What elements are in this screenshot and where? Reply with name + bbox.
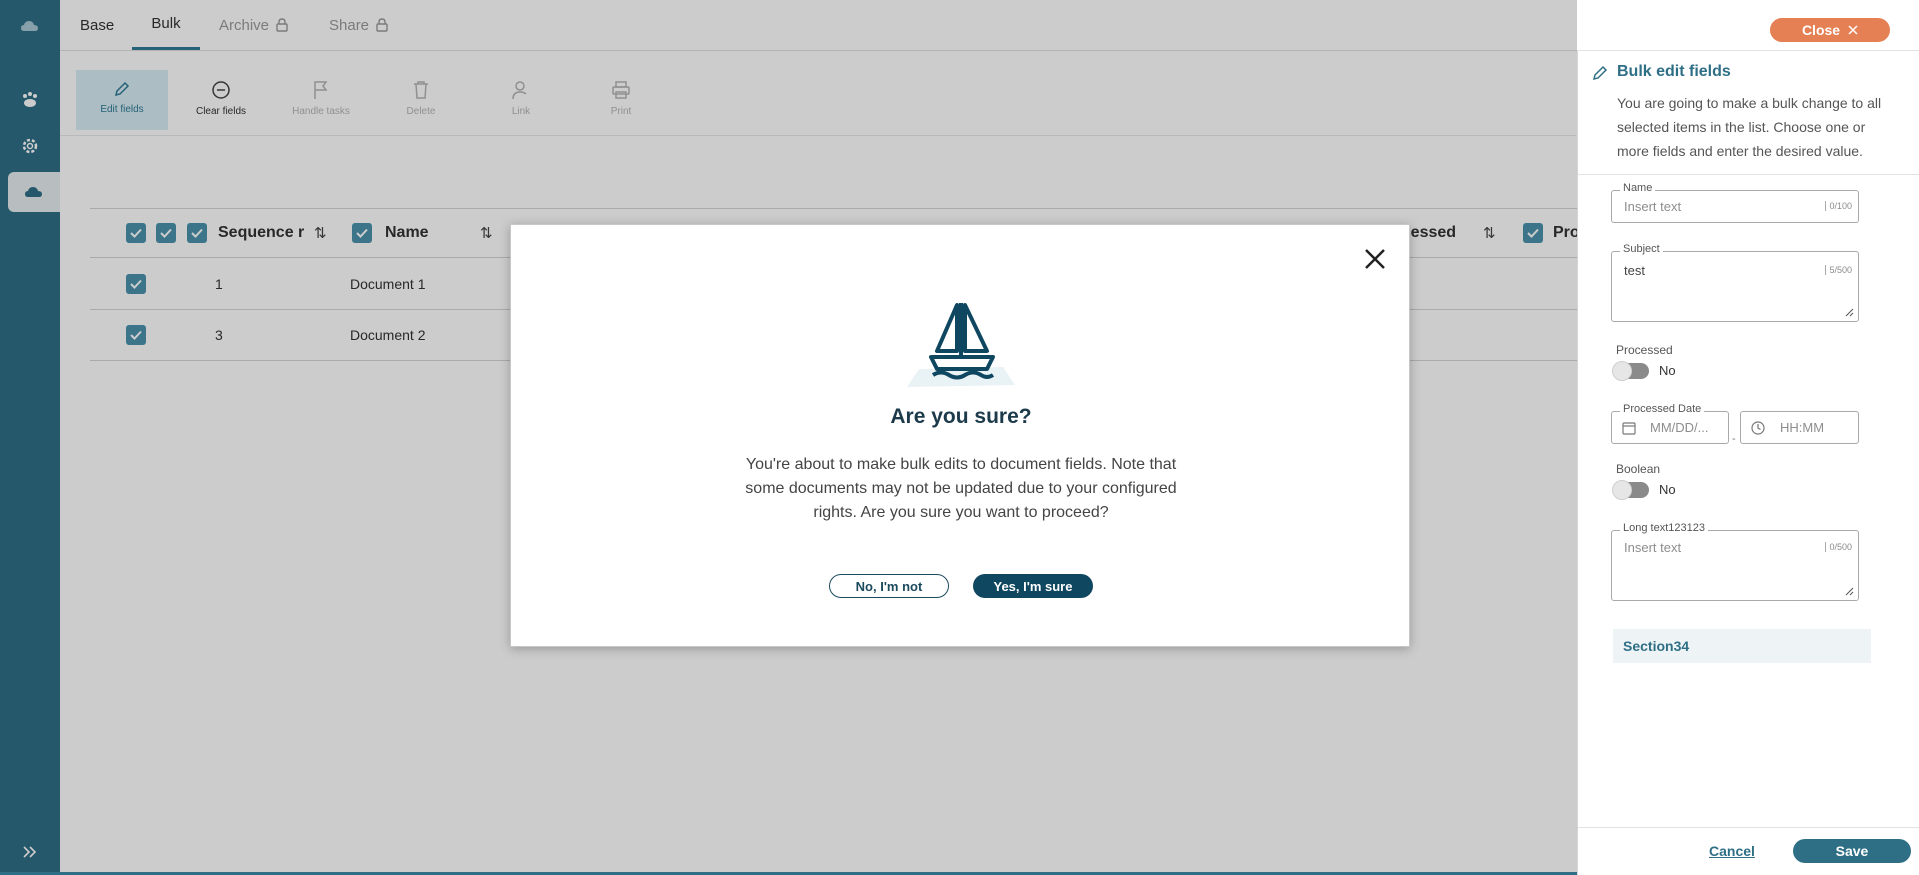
bulk-edit-panel: Bulk edit fields You are going to make a… <box>1577 51 1919 875</box>
subject-field-label: Subject <box>1620 243 1663 255</box>
toggle-knob <box>1612 361 1632 381</box>
close-button-label: Close <box>1801 22 1841 38</box>
processed-state: No <box>1659 363 1676 378</box>
processed-label: Processed <box>1616 343 1673 357</box>
yes-button[interactable]: Yes, I'm sure <box>973 574 1093 598</box>
long-text-placeholder: Insert text <box>1624 540 1682 555</box>
panel-title: Bulk edit fields <box>1617 63 1731 80</box>
processed-date-label: Processed Date <box>1620 403 1705 415</box>
close-icon <box>1848 25 1858 35</box>
panel-description: You are going to make a bulk change to a… <box>1617 95 1882 159</box>
toggle-knob <box>1612 480 1632 500</box>
name-field-count: 0/100 <box>1825 201 1852 211</box>
confirm-dialog: Are you sure? You're about to make bulk … <box>510 224 1410 647</box>
subject-field-value: test <box>1624 263 1645 278</box>
close-icon[interactable] <box>1363 247 1387 271</box>
resize-handle-icon[interactable] <box>1844 307 1854 317</box>
boolean-label: Boolean <box>1616 462 1661 476</box>
processed-time-field[interactable]: HH:MM <box>1740 411 1859 444</box>
clock-icon <box>1751 421 1765 435</box>
save-button[interactable]: Save <box>1793 839 1911 863</box>
resize-handle-icon[interactable] <box>1844 586 1854 596</box>
time-placeholder: HH:MM <box>1780 420 1825 435</box>
name-field-placeholder: Insert text <box>1624 199 1682 214</box>
name-field-label: Name <box>1620 182 1656 194</box>
subject-field[interactable]: Subject test 5/500 <box>1611 243 1859 322</box>
boolean-toggle[interactable] <box>1612 480 1649 500</box>
sailboat-illustration-icon <box>907 303 1015 387</box>
divider <box>1578 174 1919 175</box>
calendar-icon <box>1622 422 1636 435</box>
dialog-title: Are you sure? <box>890 405 1032 428</box>
processed-date-field[interactable]: Processed Date MM/DD/... <box>1611 403 1729 444</box>
dialog-message: You're about to make bulk edits to docum… <box>745 456 1177 521</box>
processed-toggle[interactable] <box>1612 361 1649 381</box>
divider <box>1578 827 1919 828</box>
date-time-separator: - <box>1732 433 1736 445</box>
cancel-button[interactable]: Cancel <box>1709 843 1755 859</box>
name-field[interactable]: Name Insert text 0/100 <box>1611 182 1859 223</box>
long-text-count: 0/500 <box>1825 542 1852 552</box>
date-placeholder: MM/DD/... <box>1650 420 1709 435</box>
section-header[interactable]: Section34 <box>1613 629 1871 663</box>
long-text-field[interactable]: Long text123123 Insert text 0/500 <box>1611 522 1859 601</box>
pencil-icon <box>1592 65 1608 81</box>
close-button[interactable]: Close <box>1770 18 1890 42</box>
no-button[interactable]: No, I'm not <box>829 574 949 598</box>
subject-field-count: 5/500 <box>1825 265 1852 275</box>
boolean-state: No <box>1659 482 1676 497</box>
long-text-label: Long text123123 <box>1620 522 1708 534</box>
